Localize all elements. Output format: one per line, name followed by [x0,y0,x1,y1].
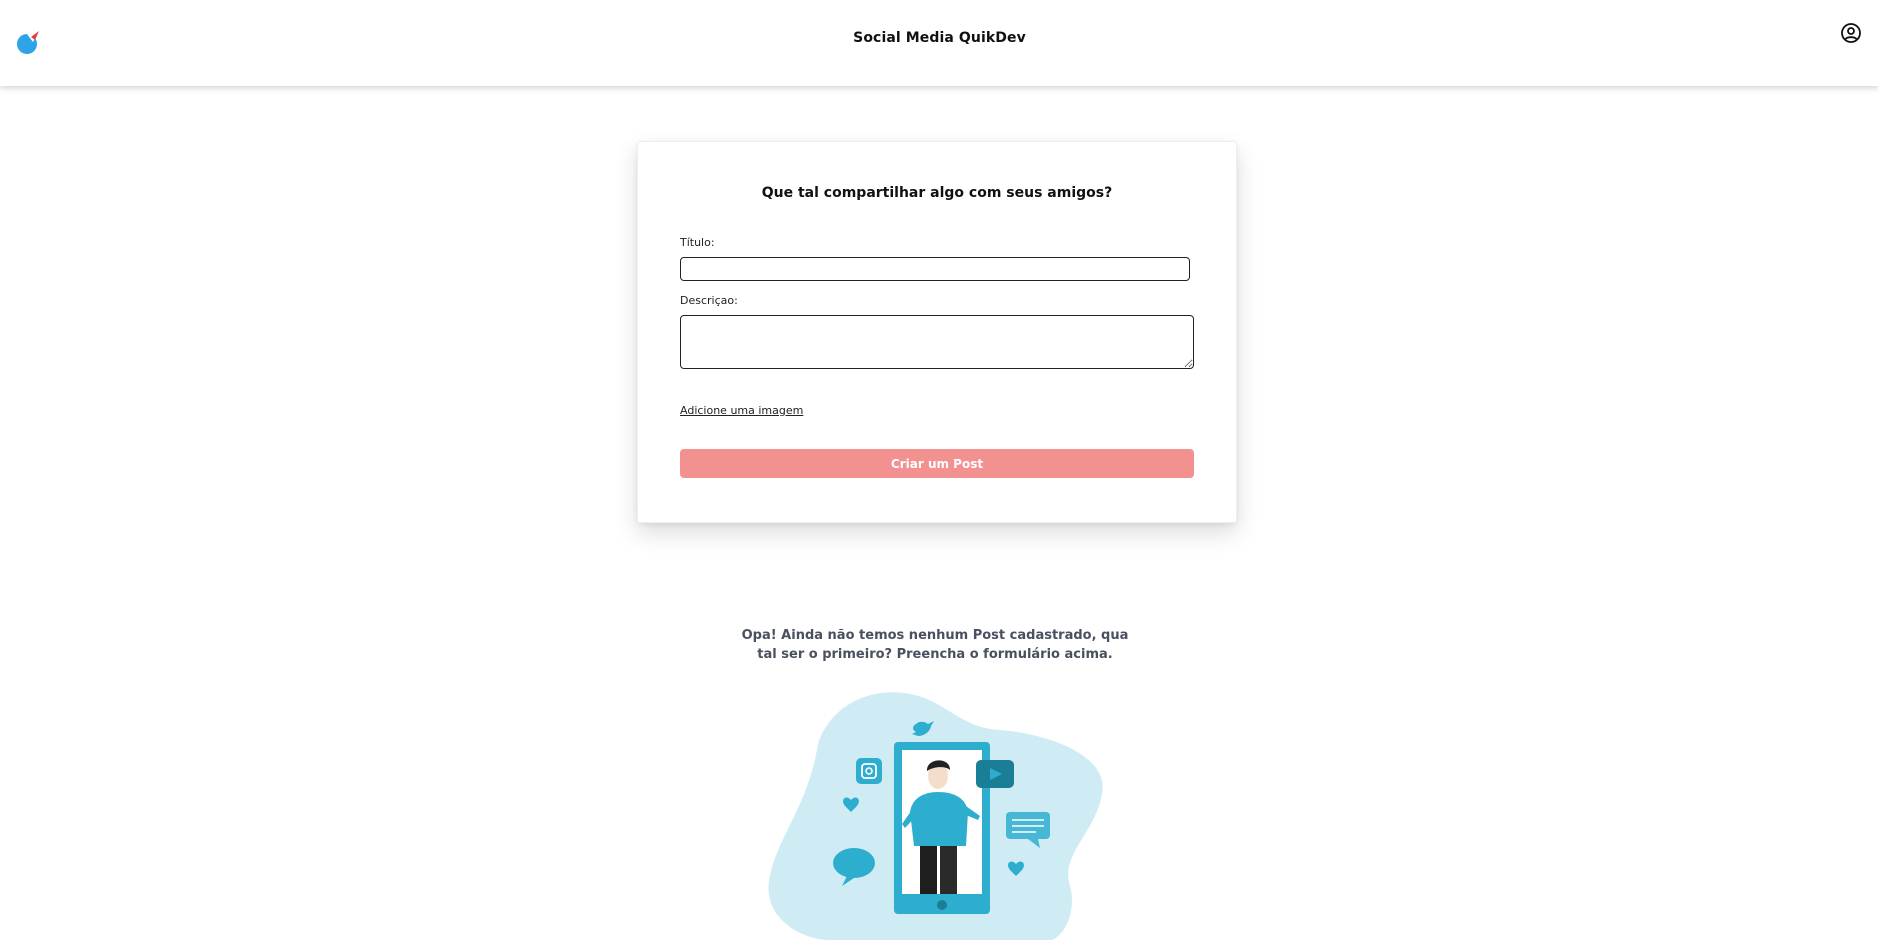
description-label: Descriçao: [680,294,738,307]
empty-state-message: Opa! Ainda não temos nenhum Post cadastr… [741,628,1129,662]
form-heading: Que tal compartilhar algo com seus amigo… [761,185,1113,201]
instagram-icon [856,758,882,784]
social-media-illustration-icon [768,692,1103,940]
add-image-link[interactable]: Adicione uma imagem [680,404,803,417]
title-input[interactable] [680,257,1190,281]
chat-bubble-icon [833,848,875,878]
app-title: Social Media QuikDev [853,30,1026,46]
top-header: Social Media QuikDev [0,0,1879,86]
title-label: Título: [680,236,715,249]
user-circle-icon[interactable] [1840,22,1862,44]
create-post-card: Que tal compartilhar algo com seus amigo… [637,141,1237,523]
create-post-button[interactable]: Criar um Post [680,449,1194,478]
description-textarea[interactable] [680,315,1194,369]
person-torso [910,792,968,846]
